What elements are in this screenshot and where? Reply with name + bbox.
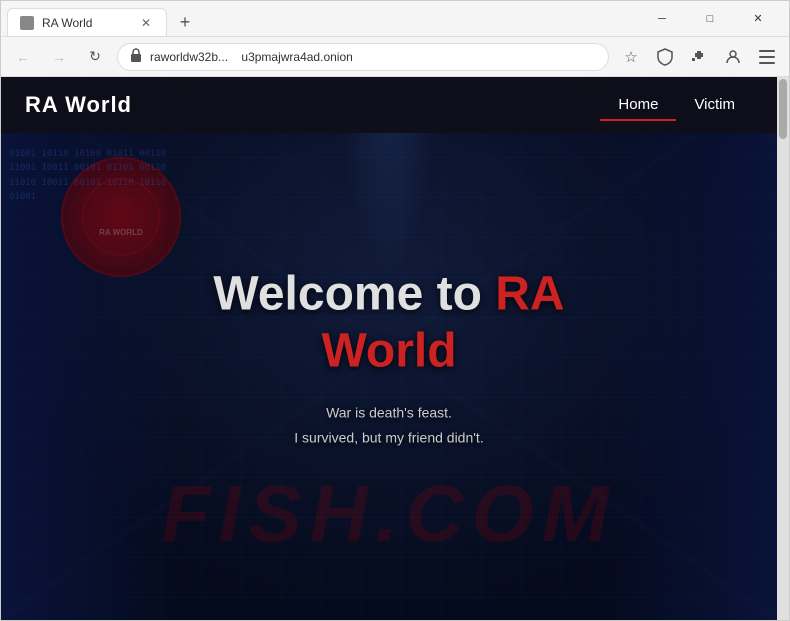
svg-text:RA WORLD: RA WORLD [99,228,143,237]
hero-content: Welcome to RA World War is death's feast… [195,265,583,451]
browser-window: RA World ✕ + ─ □ ✕ ← → ↻ raworldw32b... … [0,0,790,621]
close-button[interactable]: ✕ [735,1,781,36]
code-overlay: 01001 10110 10100 01011 00110 11001 1001… [9,147,169,205]
profile-icon[interactable] [719,43,747,71]
security-icon [130,48,142,65]
tab-favicon [20,16,34,30]
url-text: raworldw32b... u3pmajwra4ad.onion [150,50,596,64]
nav-link-home[interactable]: Home [600,90,676,121]
maximize-button[interactable]: □ [687,1,733,36]
scrollbar-thumb[interactable] [779,79,787,139]
site-navbar: RA World Home Victim [1,77,777,133]
page-content: RA WORLD 01001 10110 10100 01011 00110 1… [1,77,777,620]
watermark: FISH.COM [161,468,616,560]
nav-link-victim[interactable]: Victim [676,90,753,121]
minimize-button[interactable]: ─ [639,1,685,36]
reload-button[interactable]: ↻ [81,43,109,71]
site-nav-links: Home Victim [600,90,753,121]
address-bar: ← → ↻ raworldw32b... u3pmajwra4ad.onion … [1,37,789,77]
browser-tab[interactable]: RA World ✕ [7,8,167,36]
window-controls: ─ □ ✕ [631,1,789,36]
toolbar-icons: ☆ [617,43,781,71]
webpage: RA WORLD 01001 10110 10100 01011 00110 1… [1,77,789,620]
menu-icon[interactable] [753,43,781,71]
scrollbar[interactable] [777,77,789,620]
tab-title: RA World [42,16,130,30]
hero-subtitle-line2: I survived, but my friend didn't. [195,425,583,450]
hero-title-prefix: Welcome to [213,267,495,320]
hero-title: Welcome to RA World [195,265,583,380]
bookmark-icon[interactable]: ☆ [617,43,645,71]
new-tab-button[interactable]: + [171,8,199,36]
url-bar[interactable]: raworldw32b... u3pmajwra4ad.onion [117,43,609,71]
forward-button[interactable]: → [45,43,73,71]
hero-subtitle-line1: War is death's feast. [195,400,583,425]
back-button[interactable]: ← [9,43,37,71]
site-logo: RA World [25,92,600,118]
extensions-icon[interactable] [685,43,713,71]
tab-close-button[interactable]: ✕ [138,15,154,31]
title-bar: RA World ✕ + ─ □ ✕ [1,1,789,37]
tab-area: RA World ✕ + [1,1,631,36]
shield-icon [651,43,679,71]
